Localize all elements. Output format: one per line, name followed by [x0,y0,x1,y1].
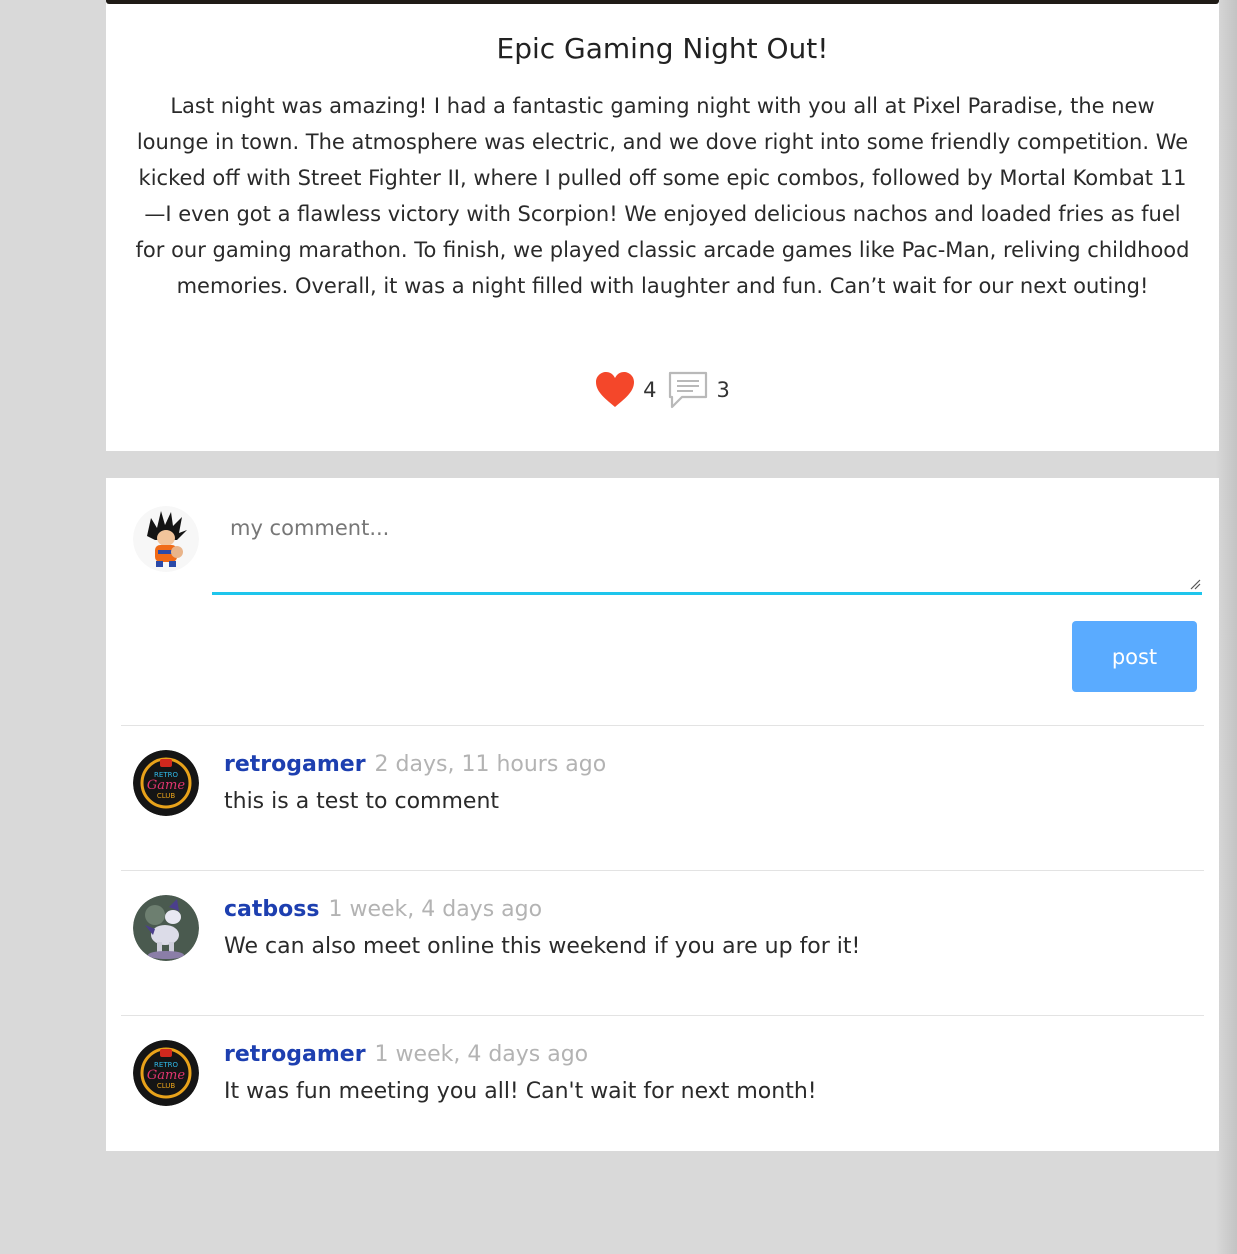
comments-button[interactable] [667,370,709,410]
comment-avatar[interactable]: RETRO Game CLUB [133,1040,199,1106]
current-user-avatar [133,506,199,572]
comment-username[interactable]: retrogamer [224,1042,366,1067]
comment-text: We can also meet online this weekend if … [224,934,861,959]
svg-text:CLUB: CLUB [157,792,176,800]
creature-avatar [133,895,199,961]
svg-text:Game: Game [147,1068,185,1083]
heart-icon [596,372,635,407]
like-button[interactable] [595,371,635,409]
retro-game-club-avatar: RETRO Game CLUB [133,1040,199,1106]
comment-timestamp: 2 days, 11 hours ago [374,752,607,777]
comment-timestamp: 1 week, 4 days ago [374,1042,589,1067]
post-button[interactable]: post [1072,621,1197,692]
comment-avatar[interactable] [133,895,199,961]
svg-text:CLUB: CLUB [157,1082,176,1090]
speech-bubble-icon [668,371,707,409]
comment-text: this is a test to comment [224,789,500,814]
comment-username[interactable]: catboss [224,897,319,922]
resize-grip-icon[interactable] [1189,578,1201,590]
comment-username[interactable]: retrogamer [224,752,366,777]
comment-input[interactable] [212,502,1202,595]
svg-text:Game: Game [147,778,185,793]
comment-header: retrogamer 1 week, 4 days ago [224,1042,588,1067]
comments-card: post RETRO Game CLUB retrogamer 2 days, 1… [106,478,1219,1151]
post-title: Epic Gaming Night Out! [496,32,829,65]
comment-header: catboss 1 week, 4 days ago [224,897,542,922]
goku-avatar [133,506,199,572]
comment-avatar[interactable]: RETRO Game CLUB [133,750,199,816]
comment-item: catboss 1 week, 4 days ago We can also me… [106,870,1219,1014]
post-actions: 4 3 [106,368,1219,412]
comment-timestamp: 1 week, 4 days ago [328,897,543,922]
comment-item: RETRO Game CLUB retrogamer 2 days, 11 hou… [106,725,1219,869]
comment-text: It was fun meeting you all! Can't wait f… [224,1079,817,1104]
comment-count: 3 [716,378,730,402]
post-body: Last night was amazing! I had a fantasti… [135,94,1190,298]
comment-header: retrogamer 2 days, 11 hours ago [224,752,606,777]
post-image-edge [106,0,1219,4]
retro-game-club-avatar: RETRO Game CLUB [133,750,199,816]
comment-item: RETRO Game CLUB retrogamer 1 week, 4 days… [106,1015,1219,1159]
like-count: 4 [643,378,657,402]
post-card: Epic Gaming Night Out! Last night was am… [106,0,1219,451]
